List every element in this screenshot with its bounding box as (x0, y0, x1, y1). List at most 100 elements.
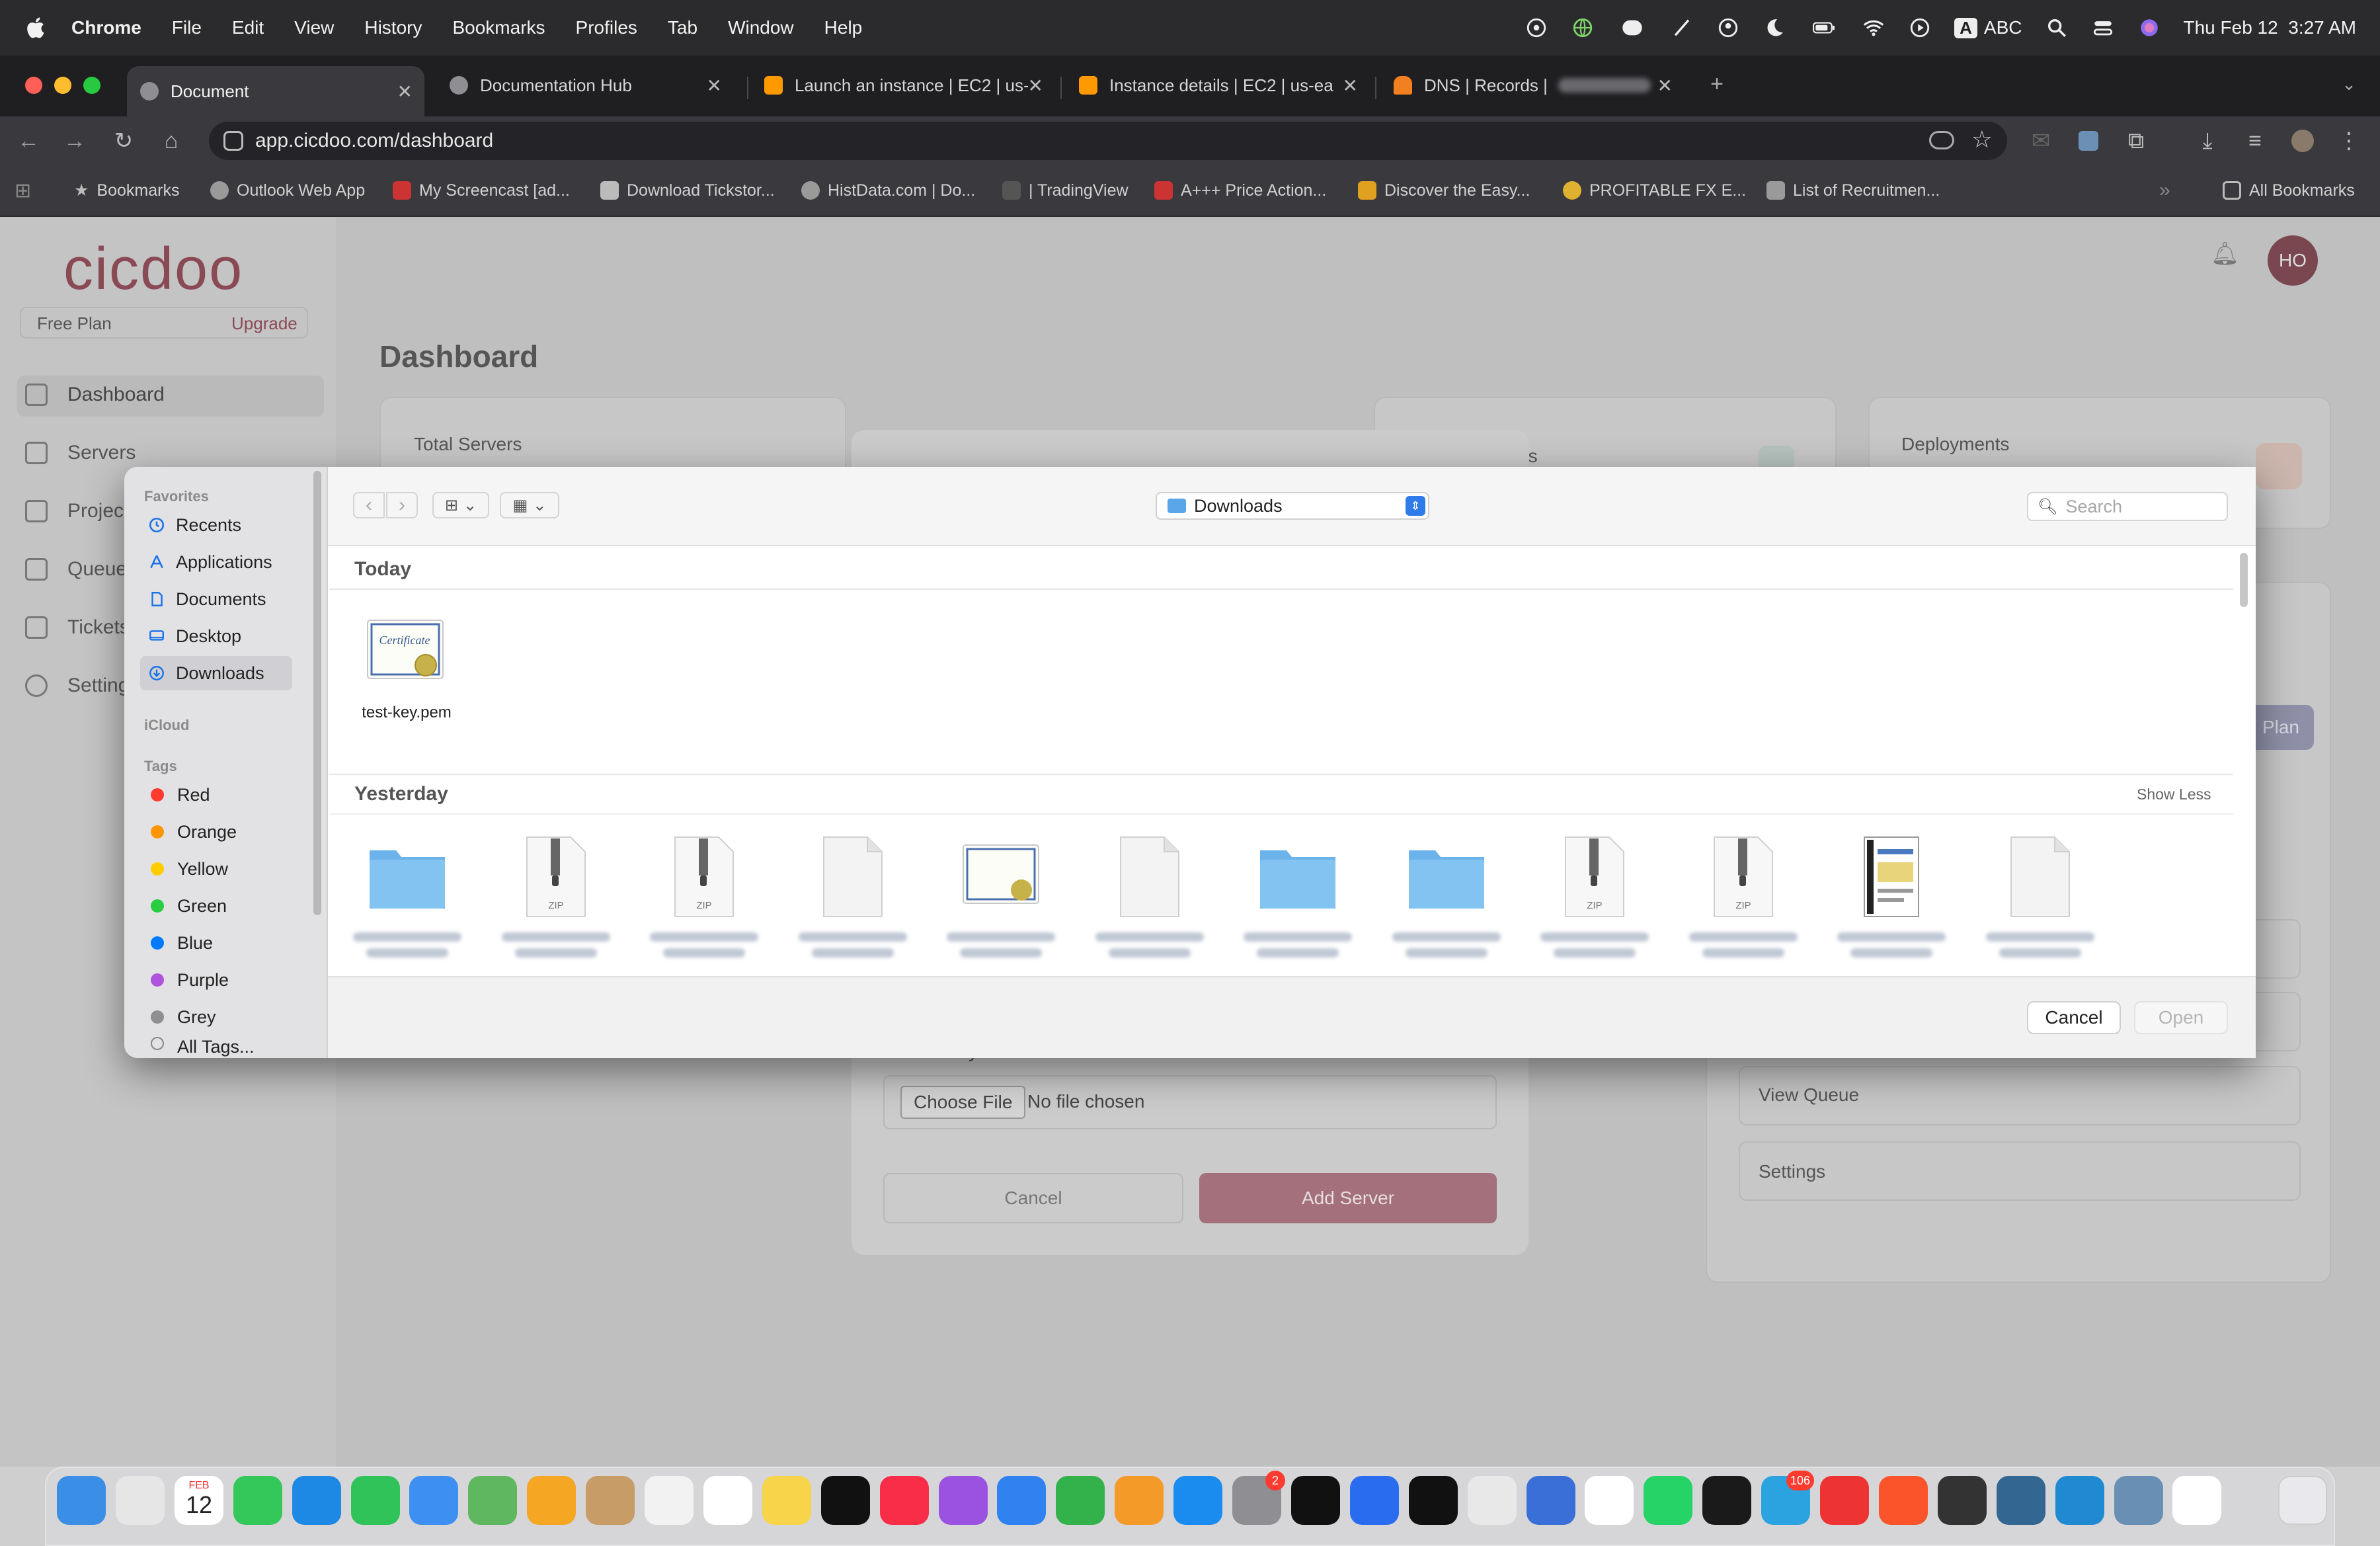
vscode-icon[interactable] (2055, 1476, 2104, 1525)
group-by-button[interactable]: ▦ ⌄ (500, 492, 559, 518)
menu-history[interactable]: History (364, 17, 422, 38)
chatgpt-icon[interactable] (2172, 1476, 2221, 1525)
creative-cloud-icon[interactable] (1820, 1476, 1869, 1525)
siri-icon[interactable] (2137, 16, 2161, 40)
menu-file[interactable]: File (172, 17, 202, 38)
vim-icon[interactable] (1409, 1476, 1458, 1525)
close-icon[interactable]: ✕ (1657, 75, 1673, 97)
show-less-link[interactable]: Show Less (2137, 786, 2211, 803)
bookmark-item[interactable]: HistData.com | Do... (801, 177, 975, 204)
picker-open-button[interactable]: Open (2134, 1001, 2228, 1034)
sidebar-scrollbar[interactable] (313, 471, 321, 915)
window-close-button[interactable] (25, 77, 42, 94)
forward-chevron-icon[interactable]: › (386, 492, 418, 518)
user-avatar[interactable]: HO (2268, 235, 2318, 286)
sidebar-item-desktop[interactable]: Desktop (140, 619, 292, 653)
calendar-icon[interactable]: FEB 12 (175, 1476, 223, 1525)
focus-moon-icon[interactable] (1763, 16, 1786, 40)
add-server-button[interactable]: Add Server (1199, 1173, 1497, 1223)
maps-icon[interactable] (468, 1476, 517, 1525)
battery-icon[interactable] (1809, 16, 1839, 40)
pycharm-icon[interactable] (1291, 1476, 1340, 1525)
safari-icon[interactable] (292, 1476, 341, 1525)
menu-chrome[interactable]: Chrome (71, 17, 141, 38)
apps-grid-icon[interactable]: ⊞ (15, 177, 31, 204)
address-bar[interactable]: app.cicdoo.com/dashboard ☆ (209, 122, 2007, 160)
nav-dashboard[interactable]: Dashboard (67, 384, 165, 406)
all-tags-item[interactable]: All Tags... (140, 1037, 292, 1057)
freeform-icon[interactable] (645, 1476, 694, 1525)
reload-icon[interactable]: ↻ (108, 126, 139, 156)
bookmark-item[interactable]: A+++ Price Action... (1154, 177, 1326, 204)
app-store-icon[interactable] (1173, 1476, 1222, 1525)
content-scrollbar[interactable] (2240, 553, 2248, 607)
pages-icon[interactable] (1115, 1476, 1164, 1525)
launchpad-icon[interactable] (116, 1476, 165, 1525)
chrome-icon[interactable] (1468, 1476, 1517, 1525)
pdf-file-item[interactable] (1827, 833, 1956, 972)
extension-mail-icon[interactable]: ✉ (2026, 126, 2056, 156)
close-icon[interactable]: ✕ (707, 75, 722, 97)
bookmark-item[interactable]: Discover the Easy... (1358, 177, 1530, 204)
apple-tv-icon[interactable] (821, 1476, 870, 1525)
bookmark-item[interactable]: List of Recruitmen... (1766, 177, 1940, 204)
bookmark-item[interactable]: Outlook Web App (210, 177, 365, 204)
apple-menu-icon[interactable] (25, 15, 48, 41)
bell-icon[interactable]: 🔔︎ (2211, 241, 2239, 267)
finder-icon[interactable] (57, 1476, 106, 1525)
bookmark-item[interactable]: PROFITABLE FX E... (1563, 177, 1746, 204)
upgrade-link[interactable]: Upgrade (231, 313, 298, 334)
picker-cancel-button[interactable]: Cancel (2027, 1001, 2121, 1034)
zip-file-item[interactable]: ZIP (639, 833, 769, 972)
menu-profiles[interactable]: Profiles (576, 17, 637, 38)
sidebar-item-documents[interactable]: Documents (140, 582, 292, 616)
messages-icon[interactable] (233, 1476, 282, 1525)
location-popup[interactable]: Downloads ⇕ (1156, 492, 1429, 520)
menu-edit[interactable]: Edit (232, 17, 264, 38)
reminders-icon[interactable] (703, 1476, 752, 1525)
bookmark-item[interactable]: | TradingView (1002, 177, 1129, 204)
telegram-icon[interactable]: 106 (1761, 1471, 1814, 1525)
podcasts-icon[interactable] (939, 1476, 988, 1525)
screen-recorder-icon[interactable] (1350, 1476, 1399, 1525)
whatsapp-icon[interactable] (1644, 1476, 1692, 1525)
menu-help[interactable]: Help (824, 17, 863, 38)
close-icon[interactable]: ✕ (1343, 75, 1358, 97)
tab-ec2-launch[interactable]: Launch an instance | EC2 | us-e ✕ (751, 66, 1055, 104)
bookmark-item[interactable]: Download Tickstor... (600, 177, 775, 204)
facetime-icon[interactable] (351, 1476, 400, 1525)
tab-documentation-hub[interactable]: Documentation Hub ✕ (436, 66, 734, 104)
modal-cancel-button[interactable]: Cancel (883, 1173, 1183, 1223)
media-controls-icon[interactable]: ≡ (2240, 126, 2270, 156)
doc-file-item[interactable] (1975, 833, 2105, 972)
chrome-menu-icon[interactable]: ⋮ (2334, 126, 2364, 156)
zip-file-item[interactable]: ZIP (1679, 833, 1808, 972)
wifi-icon[interactable] (1862, 16, 1885, 40)
vpn-globe-icon[interactable] (1571, 16, 1595, 40)
tag-green[interactable]: Green (140, 889, 292, 923)
menu-window[interactable]: Window (728, 17, 794, 38)
tab-search-chevron-icon[interactable]: ⌄ (2334, 69, 2364, 99)
timing-icon[interactable] (1527, 1476, 1575, 1525)
contacts-icon[interactable] (586, 1476, 635, 1525)
window-zoom-button[interactable] (83, 77, 100, 94)
notes-icon[interactable] (762, 1476, 811, 1525)
doc-file-item[interactable] (1085, 833, 1214, 972)
extensions-puzzle-icon[interactable]: ⧉ (2121, 126, 2151, 156)
doc-file-item[interactable] (788, 833, 918, 972)
window-minimize-button[interactable] (54, 77, 71, 94)
password-key-icon[interactable] (1929, 131, 1954, 149)
calculator-icon[interactable] (1938, 1476, 1987, 1525)
download-icon[interactable]: ⤓ (2192, 126, 2223, 156)
brave-icon[interactable] (1879, 1476, 1928, 1525)
user-account-icon[interactable] (1716, 16, 1740, 40)
notification-count-icon[interactable] (1617, 16, 1647, 40)
menu-bookmarks[interactable]: Bookmarks (452, 17, 545, 38)
photos-icon[interactable] (527, 1476, 576, 1525)
all-bookmarks-folder[interactable]: All Bookmarks (2223, 177, 2355, 204)
control-center-icon[interactable] (2091, 16, 2115, 40)
test-key-pem-file[interactable]: Certificate (364, 615, 447, 688)
search-field[interactable]: 🔍︎ Search (2027, 492, 2228, 521)
tag-purple[interactable]: Purple (140, 963, 292, 997)
system-settings-icon[interactable]: 2 (1232, 1471, 1285, 1525)
